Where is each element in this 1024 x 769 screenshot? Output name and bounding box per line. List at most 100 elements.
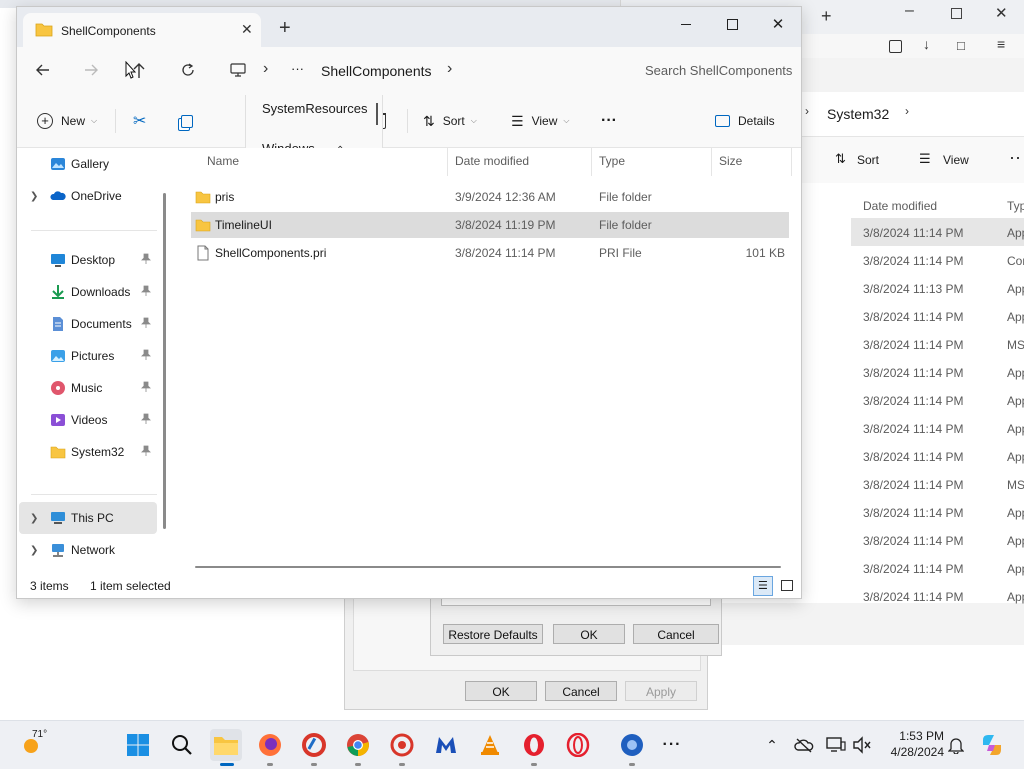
sort-button[interactable]: ⇅ Sort ⌵ (423, 95, 477, 147)
new-tab-icon[interactable]: + (821, 6, 832, 27)
horizontal-scrollbar[interactable] (195, 566, 781, 568)
chevron-right-icon[interactable]: ❯ (30, 545, 38, 556)
background-table-row[interactable]: 3/8/2024 11:13 PM App (851, 274, 1024, 302)
dialog-inner-ok-button[interactable]: OK (553, 624, 625, 644)
tab-shellcomponents[interactable]: ShellComponents ✕ (23, 13, 261, 47)
crumb-menu-item[interactable]: SystemResources (262, 101, 367, 116)
refresh-icon[interactable] (180, 62, 196, 78)
background-table-row[interactable]: 3/8/2024 11:14 PM MS (851, 330, 1024, 358)
search-input[interactable]: Search ShellComponents (635, 55, 801, 87)
sidebar-item-this-pc[interactable]: ❯ This PC (19, 502, 157, 534)
background-table-row[interactable]: 3/8/2024 11:14 PM App (851, 414, 1024, 442)
sidebar-item-gallery[interactable]: Gallery (17, 150, 157, 178)
pin-icon[interactable] (141, 445, 151, 457)
new-button[interactable]: + New ⌵ (37, 95, 97, 147)
chrome-taskbar-button[interactable] (342, 729, 374, 761)
view-icon[interactable]: ☰ (919, 151, 931, 167)
breadcrumb-more-button[interactable]: ··· (291, 61, 304, 76)
view-button[interactable]: ☰ View ⌵ (511, 95, 569, 147)
details-pane-button[interactable]: Details (715, 95, 775, 147)
sidebar-item-onedrive[interactable]: ❯ OneDrive (17, 182, 157, 210)
maximize-button[interactable] (709, 7, 755, 41)
background-table-row[interactable]: 3/8/2024 11:14 PM App (851, 554, 1024, 582)
pin-icon[interactable] (141, 413, 151, 425)
overflow-button[interactable]: ··· (656, 729, 688, 761)
extensions-icon[interactable]: □ (957, 38, 965, 53)
background-table-row[interactable]: 3/8/2024 11:14 PM App (851, 582, 1024, 610)
background-table-row[interactable]: 3/8/2024 11:14 PM App (851, 358, 1024, 386)
new-tab-button[interactable]: + (279, 17, 291, 40)
tiles-view-button[interactable] (777, 576, 797, 596)
start-button[interactable] (122, 729, 154, 761)
sidebar-item-music[interactable]: Music (17, 374, 157, 402)
save-icon[interactable] (889, 40, 902, 53)
weather-widget[interactable]: 71° (18, 729, 58, 761)
forward-arrow-icon[interactable] (83, 62, 99, 78)
background-col-date[interactable]: Date modified (863, 199, 937, 213)
background-col-type[interactable]: Typ (1007, 199, 1024, 213)
up-arrow-icon[interactable] (125, 61, 145, 81)
see-more-button[interactable]: ··· (601, 95, 617, 147)
background-table-row[interactable]: 3/8/2024 11:14 PM App (851, 302, 1024, 330)
dialog-cancel-button[interactable]: Cancel (545, 681, 617, 701)
column-header-name[interactable]: Name (207, 154, 239, 168)
sidebar-item-system32[interactable]: System32 (17, 438, 157, 466)
chevron-right-icon[interactable]: ❯ (30, 513, 38, 524)
sidebar-scrollbar[interactable] (163, 193, 166, 529)
download-icon[interactable]: ↓ (923, 36, 930, 52)
firefox-taskbar-button[interactable] (254, 729, 286, 761)
background-table-row[interactable]: 3/8/2024 11:14 PM App (851, 526, 1024, 554)
search-button[interactable] (166, 729, 198, 761)
background-table-row[interactable]: 3/8/2024 11:14 PM App (851, 498, 1024, 526)
sidebar-item-network[interactable]: ❯ Network (17, 536, 157, 564)
pin-icon[interactable] (141, 317, 151, 329)
vlc-taskbar-button[interactable] (474, 729, 506, 761)
file-explorer-taskbar-button[interactable] (210, 729, 242, 761)
sidebar-item-pictures[interactable]: Pictures (17, 342, 157, 370)
cut-button[interactable]: ✂ (133, 95, 146, 147)
close-icon[interactable]: ✕ (995, 4, 1008, 22)
breadcrumb-chevron-icon[interactable]: › (447, 60, 452, 78)
dialog-inner-cancel-button[interactable]: Cancel (633, 624, 719, 644)
sidebar-item-documents[interactable]: Documents (17, 310, 157, 338)
file-row[interactable]: TimelineUI 3/8/2024 11:19 PM File folder (191, 212, 789, 238)
sidebar-item-downloads[interactable]: Downloads (17, 278, 157, 306)
copilot-button[interactable] (976, 729, 1008, 761)
sidebar-item-videos[interactable]: Videos (17, 406, 157, 434)
pin-icon[interactable] (141, 381, 151, 393)
back-arrow-icon[interactable] (35, 62, 51, 78)
pin-icon[interactable] (141, 285, 151, 297)
dialog-ok-button[interactable]: OK (465, 681, 537, 701)
sort-icon[interactable]: ⇅ (835, 151, 846, 167)
cloud-offline-tray[interactable] (788, 729, 820, 761)
minimize-icon[interactable]: – (905, 2, 914, 20)
background-table-row[interactable]: 3/8/2024 11:14 PM App (851, 218, 1024, 246)
column-separator[interactable] (711, 148, 712, 176)
column-header-type[interactable]: Type (599, 154, 625, 168)
breadcrumb-shellcomponents[interactable]: ShellComponents (321, 63, 432, 79)
background-table-row[interactable]: 3/8/2024 11:14 PM MS (851, 470, 1024, 498)
column-separator[interactable] (791, 148, 792, 176)
notifications-button[interactable] (940, 729, 972, 761)
clock[interactable]: 1:53 PM 4/28/2024 (880, 729, 944, 761)
pin-icon[interactable] (141, 253, 151, 265)
restore-icon[interactable] (951, 8, 962, 19)
app-taskbar-button[interactable] (386, 729, 418, 761)
restore-defaults-button[interactable]: Restore Defaults (443, 624, 543, 644)
show-hidden-icons-button[interactable]: ⌃ (756, 729, 788, 761)
sidebar-item-desktop[interactable]: Desktop (17, 246, 157, 274)
ccleaner-taskbar-button[interactable] (298, 729, 330, 761)
opera-taskbar-button[interactable] (518, 729, 550, 761)
close-button[interactable]: ✕ (755, 7, 801, 41)
more-icon[interactable]: ·· (1009, 147, 1021, 168)
explorer-window[interactable]: ShellComponents ✕ + ✕ › ··· ShellCompone… (16, 6, 802, 599)
background-sort-button[interactable]: Sort (857, 153, 879, 167)
chevron-right-icon[interactable]: ❯ (30, 191, 38, 202)
background-view-button[interactable]: View (943, 153, 969, 167)
tab-close-icon[interactable]: ✕ (241, 21, 253, 38)
minimize-button[interactable] (663, 7, 709, 41)
breadcrumb-chevron-icon[interactable]: › (263, 60, 268, 78)
background-table-row[interactable]: 3/8/2024 11:14 PM App (851, 386, 1024, 414)
file-row[interactable]: pris 3/9/2024 12:36 AM File folder (191, 184, 789, 210)
details-view-button[interactable]: ☰ (753, 576, 773, 596)
